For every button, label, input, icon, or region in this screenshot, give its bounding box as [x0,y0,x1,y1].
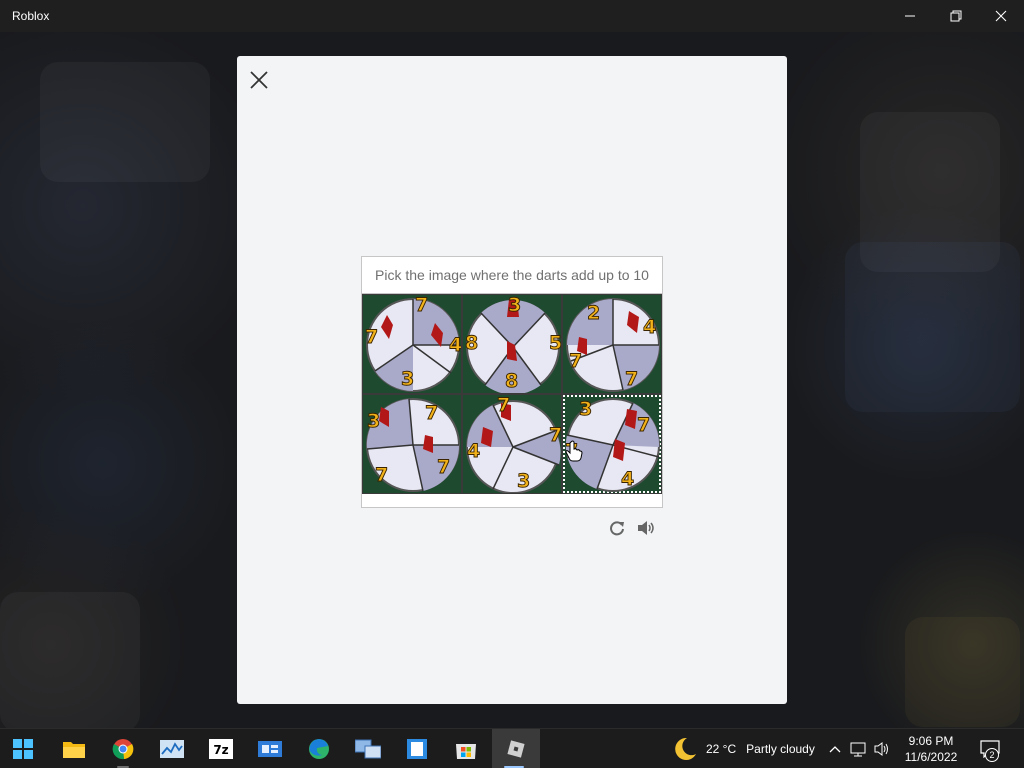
refresh-button[interactable] [607,518,627,538]
start-icon [13,739,33,759]
taskbar: 7z 22 °C Partly cloudy 9:06 PM 11/6/2022… [0,728,1024,768]
system-clock[interactable]: 9:06 PM 11/6/2022 [898,733,964,765]
restore-button[interactable] [933,0,979,32]
taskbar-microsoft-store[interactable] [444,729,488,768]
dart-number: 3 [508,295,521,316]
dart-number: 7 [549,424,562,446]
weather-condition: Partly cloudy [746,742,815,756]
dart-number: 4 [467,440,480,462]
dart-number: 4 [449,334,462,356]
captcha-challenge: Pick the image where the darts add up to… [361,256,663,508]
window-title: Roblox [12,9,50,23]
7zip-label: 7z [213,743,228,757]
dart-number: 2 [587,302,600,324]
speaker-icon [874,742,888,756]
weather-temperature: 22 °C [706,742,737,756]
dart-number: 5 [549,332,562,354]
dart-wheel-image: 2 4 7 7 [566,298,660,392]
captcha-tile-3[interactable]: 2 4 7 7 [562,294,662,394]
minimize-icon [905,15,915,17]
taskbar-file-explorer[interactable] [52,729,96,768]
file-explorer-icon [63,742,85,758]
captcha-modal: Pick the image where the darts add up to… [237,56,787,704]
volume-button[interactable] [872,729,894,768]
roblox-icon [507,740,525,758]
chevron-up-icon [829,746,841,753]
edge-icon [309,739,329,759]
chrome-icon [112,739,134,760]
dart-wheel-image: 3 8 5 8 [465,295,562,393]
moon-icon [675,737,696,760]
taskbar-resource-monitor[interactable] [150,729,194,768]
taskbar-edge[interactable] [297,729,341,768]
dart-number: 7 [425,402,438,424]
captcha-image-grid: 7 7 4 3 3 8 5 8 2 4 7 7 3 7 7 7 7 7 4 3 … [362,294,662,494]
minimize-button[interactable] [887,0,933,32]
dart-number: 8 [465,332,478,354]
refresh-icon [610,521,624,536]
taskbar-notepad[interactable] [395,729,439,768]
dart-number: 8 [505,370,518,392]
taskbar-roblox[interactable] [492,729,540,768]
dart-number: 7 [437,456,450,478]
taskbar-7zip[interactable]: 7z [199,729,243,768]
restore-icon [950,10,962,22]
dart-number: 3 [579,398,592,420]
close-captcha-button[interactable] [247,68,271,92]
dart-number: 3 [367,410,380,432]
dart-number: 3 [401,368,414,390]
notification-count-badge: 2 [985,748,999,762]
dart-wheel-image: 7 7 4 3 [365,295,462,392]
dart-number: 7 [625,368,638,390]
dart-number: 4 [643,316,656,338]
dart-number: 7 [415,295,428,316]
captcha-controls [607,518,657,538]
captcha-tile-4[interactable]: 3 7 7 7 [362,394,462,494]
dart-number: 7 [637,414,650,436]
dart-number: 7 [569,350,582,372]
notepad-icon [407,739,427,759]
resource-monitor-icon [160,740,184,758]
captcha-tile-1[interactable]: 7 7 4 3 [362,294,462,394]
captcha-tile-2[interactable]: 3 8 5 8 [462,294,562,394]
network-status-button[interactable] [848,729,870,768]
dart-wheel-image: 7 7 4 3 [466,395,562,493]
control-panel-icon [258,741,282,757]
dart-wheel-image: 3 7 7 7 [366,398,460,492]
microsoft-store-icon [456,744,476,759]
taskbar-control-panel[interactable] [248,729,292,768]
network-icon [850,742,866,757]
audio-icon [638,521,654,535]
hand-cursor-icon [565,440,583,462]
show-hidden-icons-button[interactable] [826,729,844,768]
dart-number: 3 [517,470,530,492]
close-window-button[interactable] [978,0,1024,32]
taskbar-chrome[interactable] [101,729,145,768]
captcha-tile-5[interactable]: 7 7 4 3 [462,394,562,494]
start-button[interactable] [1,729,45,768]
dart-number: 7 [375,464,388,486]
taskbar-remote-desktop[interactable] [346,729,390,768]
dart-number: 7 [365,326,378,348]
audio-challenge-button[interactable] [637,518,657,538]
7zip-icon: 7z [209,739,233,759]
close-icon [250,71,268,89]
close-icon [995,10,1007,22]
remote-desktop-icon [355,739,381,759]
captcha-prompt: Pick the image where the darts add up to… [362,257,662,294]
window-title-bar: Roblox [0,0,1024,32]
clock-time: 9:06 PM [908,734,954,748]
dart-number: 7 [497,395,510,416]
dart-number: 4 [621,468,634,490]
clock-date: 11/6/2022 [904,750,958,764]
weather-widget[interactable]: 22 °C Partly cloudy [672,729,815,768]
